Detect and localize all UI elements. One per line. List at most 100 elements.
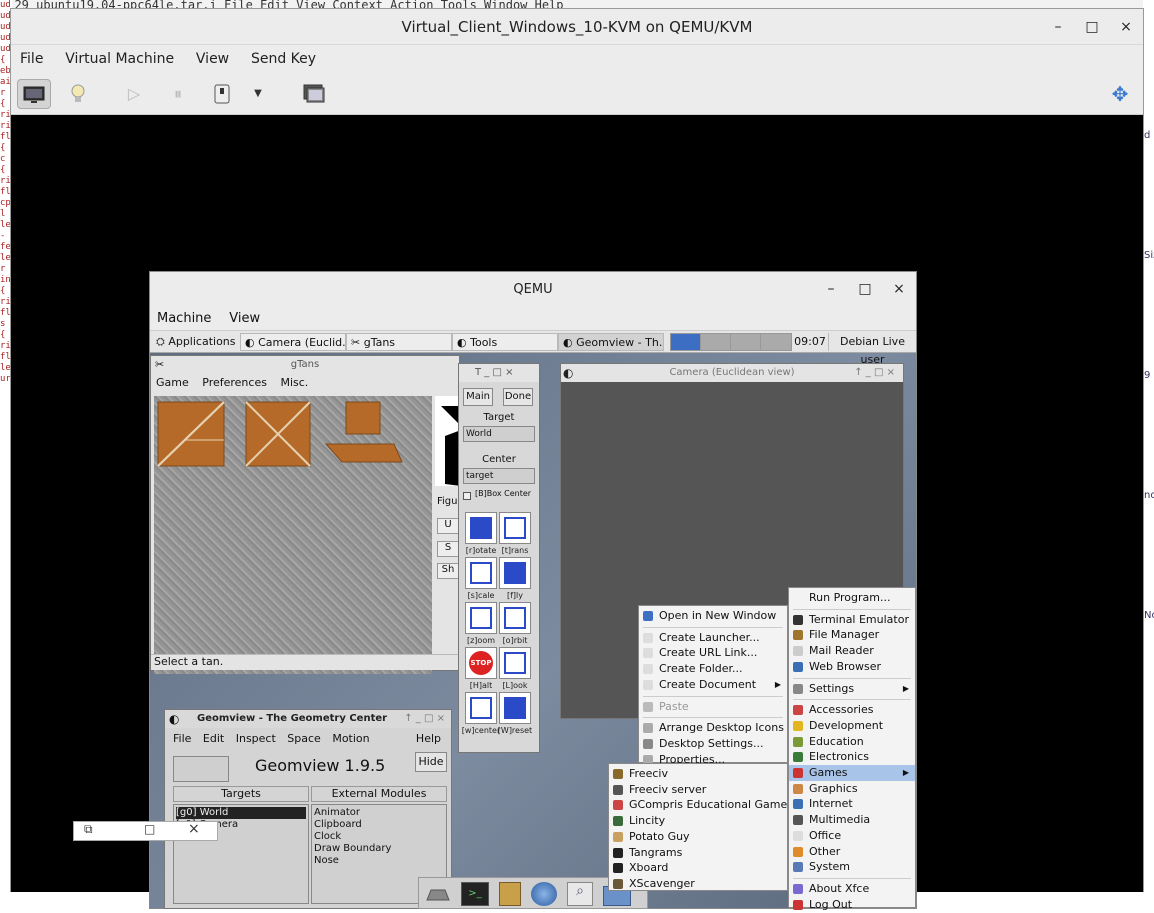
qemu-menu-machine[interactable]: Machine bbox=[150, 307, 218, 331]
restore-icon[interactable]: ⧉ bbox=[84, 822, 93, 837]
play-icon[interactable]: ▷ bbox=[117, 79, 151, 109]
panel-clock[interactable]: 09:07 bbox=[794, 333, 826, 351]
gtans-menu-misc[interactable]: Misc. bbox=[275, 376, 313, 389]
menu-item[interactable]: GCompris Educational Game bbox=[609, 797, 787, 813]
main-button[interactable]: Main bbox=[463, 388, 493, 406]
targets-list[interactable]: [g0] World [c0] Camera bbox=[173, 804, 309, 904]
menu-item[interactable]: Log Out bbox=[789, 897, 915, 913]
orbit-icon[interactable] bbox=[499, 602, 531, 634]
target-field[interactable]: World bbox=[463, 426, 535, 442]
menu-item[interactable]: Xboard bbox=[609, 860, 787, 876]
menu-item[interactable]: System bbox=[789, 859, 915, 875]
workspace-switcher[interactable] bbox=[670, 333, 792, 351]
menu-item[interactable]: Web Browser bbox=[789, 659, 915, 675]
bulb-icon[interactable] bbox=[61, 79, 95, 109]
gtans-side-button-2[interactable]: S bbox=[437, 541, 459, 557]
menu-item[interactable]: Electronics bbox=[789, 749, 915, 765]
maximize-icon[interactable]: □ bbox=[144, 822, 155, 836]
gv-menu-inspect[interactable]: Inspect bbox=[232, 732, 280, 745]
center-icon[interactable] bbox=[465, 692, 497, 724]
target-item[interactable]: [g0] World bbox=[176, 807, 306, 819]
gtans-side-button-3[interactable]: Sh bbox=[437, 563, 459, 579]
fly-icon[interactable] bbox=[499, 557, 531, 589]
hide-button[interactable]: Hide bbox=[415, 752, 447, 772]
task-geomview[interactable]: ◐ Geomview - Th... bbox=[558, 333, 664, 351]
menu-item[interactable]: Freeciv server bbox=[609, 782, 787, 798]
menu-item[interactable]: Multimedia bbox=[789, 812, 915, 828]
center-field[interactable]: target bbox=[463, 468, 535, 484]
module-item[interactable]: Nose bbox=[314, 855, 446, 867]
geomview-window-controls[interactable]: ↑ _ □ × bbox=[404, 710, 445, 728]
terminal-icon[interactable]: >_ bbox=[461, 882, 489, 906]
applications-menu-button[interactable]: ⛭ Applications bbox=[152, 333, 236, 351]
gtans-menu-game[interactable]: Game bbox=[151, 376, 194, 389]
menu-item[interactable]: Other bbox=[789, 844, 915, 860]
workspace-4[interactable] bbox=[761, 334, 791, 350]
tangram-pieces[interactable] bbox=[154, 396, 432, 486]
rotate-icon[interactable] bbox=[465, 512, 497, 544]
reset-icon[interactable] bbox=[499, 692, 531, 724]
vm-display[interactable]: QEMU – □ × Machine View ⛭ Applications ◐… bbox=[11, 116, 1143, 911]
task-camera[interactable]: ◐ Camera (Euclid... bbox=[240, 333, 346, 351]
tangram-board[interactable] bbox=[154, 396, 432, 674]
menu-virtual-machine[interactable]: Virtual Machine bbox=[56, 45, 183, 73]
menu-item[interactable]: Games ▶ bbox=[789, 765, 915, 781]
workspace-3[interactable] bbox=[731, 334, 760, 350]
qemu-maximize-button[interactable]: □ bbox=[850, 272, 880, 307]
menu-item[interactable]: Internet bbox=[789, 796, 915, 812]
menu-item[interactable]: Paste bbox=[639, 699, 787, 715]
close-button[interactable]: × bbox=[1111, 9, 1141, 45]
panel-user[interactable]: Debian Live user bbox=[828, 333, 916, 366]
snapshot-icon[interactable] bbox=[297, 79, 331, 109]
qemu-close-button[interactable]: × bbox=[884, 272, 914, 307]
menu-item[interactable]: Potato Guy bbox=[609, 829, 787, 845]
pause-icon[interactable]: ⏸ bbox=[161, 79, 195, 109]
menu-item[interactable]: Mail Reader bbox=[789, 643, 915, 659]
file-manager-icon[interactable] bbox=[499, 882, 521, 906]
gv-menu-motion[interactable]: Motion bbox=[328, 732, 373, 745]
stop-icon[interactable]: STOP bbox=[465, 647, 497, 679]
menu-item[interactable]: Open in New Window bbox=[639, 608, 787, 624]
gtans-menu-preferences[interactable]: Preferences bbox=[197, 376, 272, 389]
gtans-side-button-1[interactable]: U bbox=[437, 518, 459, 534]
qemu-menu-view[interactable]: View bbox=[222, 307, 267, 331]
minimize-button[interactable]: – bbox=[1043, 9, 1073, 45]
module-item[interactable]: Clipboard bbox=[314, 819, 446, 831]
gv-menu-space[interactable]: Space bbox=[283, 732, 325, 745]
menu-item[interactable]: Freeciv bbox=[609, 766, 787, 782]
task-tools[interactable]: ◐ Tools bbox=[452, 333, 558, 351]
menu-item[interactable]: Arrange Desktop Icons bbox=[639, 720, 787, 736]
web-browser-icon[interactable] bbox=[531, 882, 557, 906]
monitor-icon[interactable] bbox=[17, 79, 51, 109]
done-button[interactable]: Done bbox=[503, 388, 533, 406]
task-gtans[interactable]: ✂ gTans bbox=[346, 333, 452, 351]
menu-item[interactable]: Run Program... bbox=[789, 590, 915, 606]
menu-item[interactable]: About Xfce bbox=[789, 881, 915, 897]
qemu-minimize-button[interactable]: – bbox=[816, 272, 846, 307]
workspace-1[interactable] bbox=[671, 334, 700, 350]
menu-item[interactable]: Graphics bbox=[789, 781, 915, 797]
show-desktop-icon[interactable] bbox=[423, 882, 451, 906]
menu-item[interactable]: Accessories bbox=[789, 702, 915, 718]
menu-item[interactable]: Create Document ▶ bbox=[639, 677, 787, 693]
menu-item[interactable]: Development bbox=[789, 718, 915, 734]
camera-window-controls[interactable]: ↑ _ □ × bbox=[854, 364, 895, 382]
menu-item[interactable]: Lincity bbox=[609, 813, 787, 829]
bbox-checkbox[interactable] bbox=[463, 492, 471, 500]
guest-desktop[interactable]: ⛭ Applications ◐ Camera (Euclid... ✂ gTa… bbox=[150, 331, 916, 911]
gv-menu-help[interactable]: Help bbox=[416, 732, 441, 745]
scale-icon[interactable] bbox=[465, 557, 497, 589]
menu-view[interactable]: View bbox=[187, 45, 238, 73]
menu-item[interactable]: XScavenger bbox=[609, 876, 787, 892]
menu-item[interactable]: Create URL Link... bbox=[639, 645, 787, 661]
look-icon[interactable] bbox=[499, 647, 531, 679]
menu-item[interactable]: Settings ▶ bbox=[789, 681, 915, 697]
workspace-2[interactable] bbox=[701, 334, 730, 350]
module-item[interactable]: Draw Boundary bbox=[314, 843, 446, 855]
menu-item[interactable]: Create Launcher... bbox=[639, 630, 787, 646]
module-item[interactable]: Clock bbox=[314, 831, 446, 843]
power-icon[interactable] bbox=[205, 79, 239, 109]
gv-menu-edit[interactable]: Edit bbox=[199, 732, 228, 745]
menu-item[interactable]: Desktop Settings... bbox=[639, 736, 787, 752]
maximize-button[interactable]: □ bbox=[1077, 9, 1107, 45]
